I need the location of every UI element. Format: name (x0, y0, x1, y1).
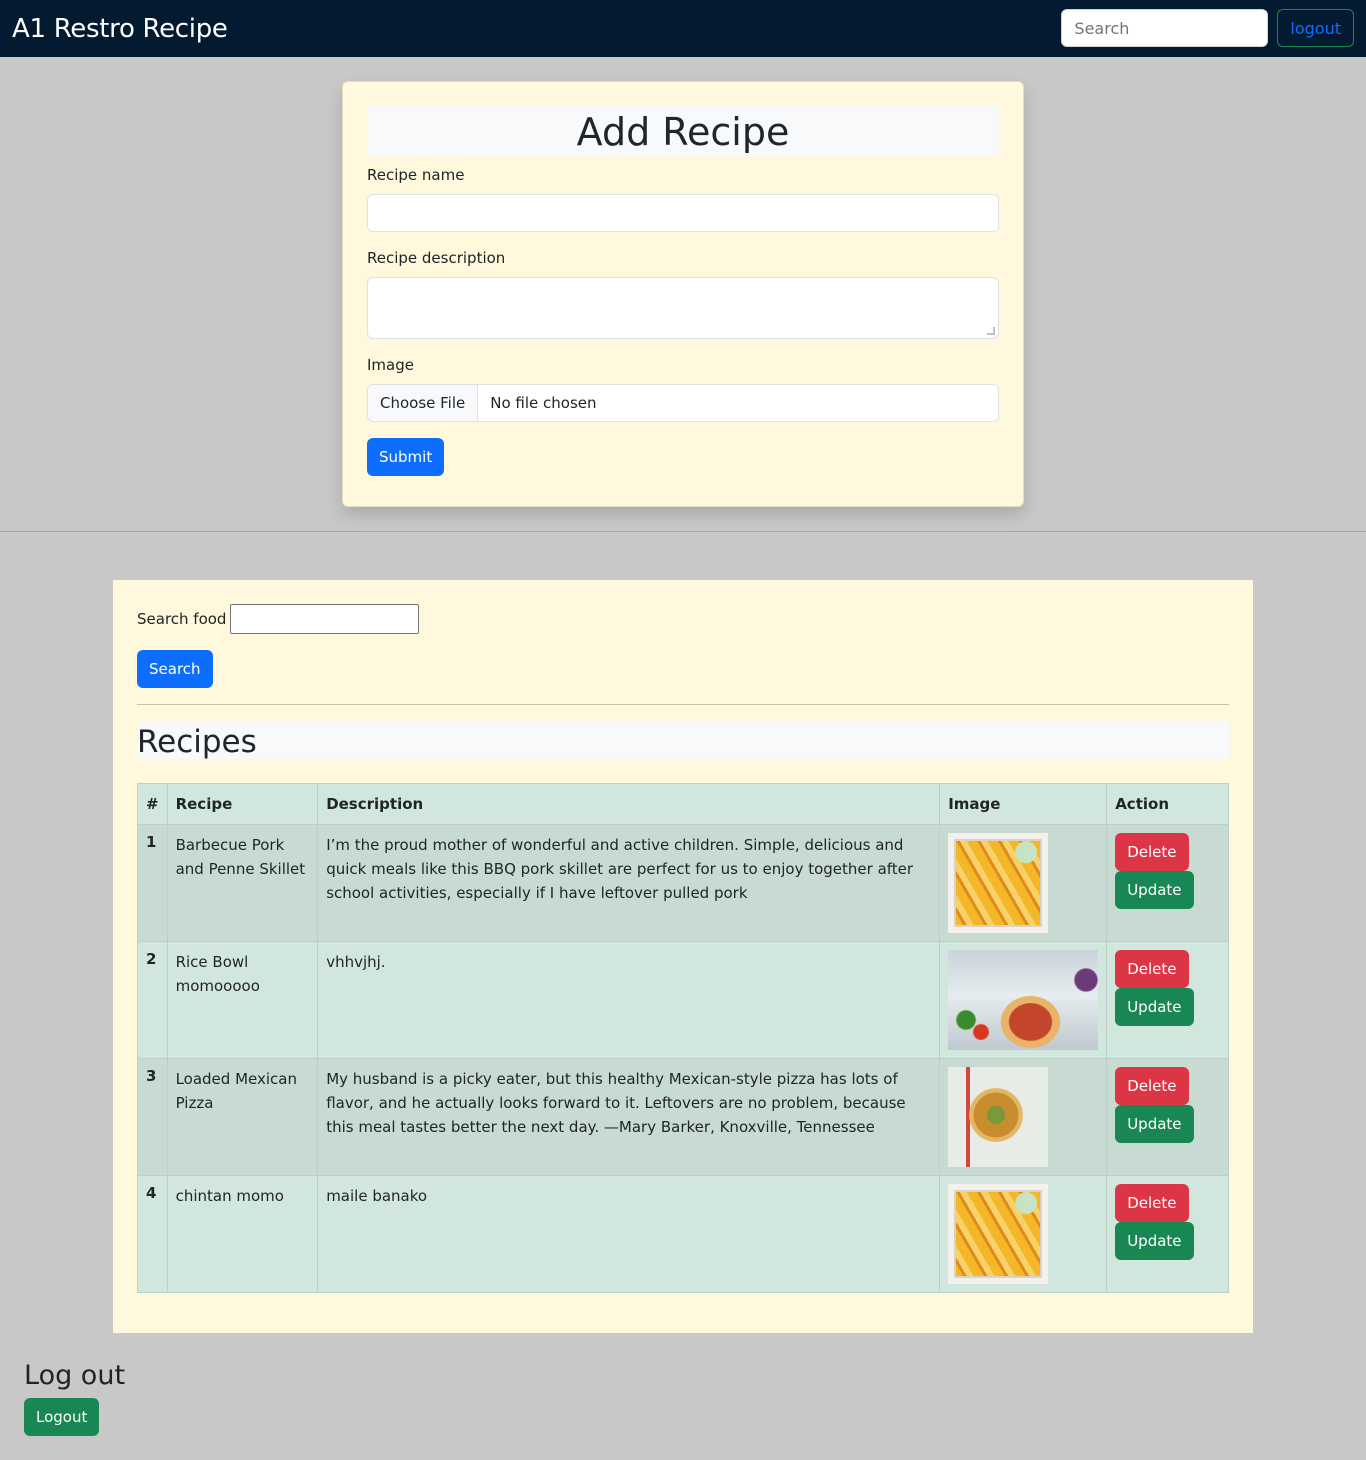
logout-section: Log out Logout (24, 1356, 125, 1436)
update-button[interactable]: Update (1115, 1105, 1194, 1143)
recipes-table: # Recipe Description Image Action 1 Barb… (137, 783, 1229, 1293)
recipe-name-cell: Rice Bowl momooooo (166, 941, 319, 1059)
recipes-title: Recipes (137, 721, 1229, 760)
recipe-image-cell (939, 941, 1108, 1059)
recipe-image-cell (939, 1058, 1108, 1176)
recipe-name-cell: chintan momo (166, 1175, 319, 1293)
delete-button[interactable]: Delete (1115, 833, 1189, 871)
file-status-text: No file chosen (490, 394, 597, 412)
navbar-logout-button[interactable]: logout (1277, 9, 1354, 47)
column-header-action: Action (1106, 783, 1229, 825)
search-food-button[interactable]: Search (137, 650, 213, 688)
image-label: Image (367, 356, 414, 374)
column-header-description: Description (317, 783, 941, 825)
row-number: 1 (137, 824, 168, 942)
table-header-row: # Recipe Description Image Action (137, 783, 1229, 825)
search-food-row: Search food (137, 604, 1229, 634)
logout-title: Log out (24, 1360, 126, 1391)
recipe-description-label: Recipe description (367, 249, 506, 267)
table-row: 1 Barbecue Pork and Penne Skillet I’m th… (137, 824, 1229, 942)
column-header-number: # (137, 783, 168, 825)
recipe-name-cell: Barbecue Pork and Penne Skillet (166, 824, 319, 942)
delete-button[interactable]: Delete (1115, 950, 1189, 988)
recipe-description-cell: My husband is a picky eater, but this he… (317, 1058, 941, 1176)
column-header-recipe: Recipe (166, 783, 319, 825)
recipe-description-cell: I’m the proud mother of wonderful and ac… (317, 824, 941, 942)
recipe-description-textarea[interactable] (367, 277, 999, 339)
delete-button[interactable]: Delete (1115, 1184, 1189, 1222)
recipe-image-cell (939, 824, 1108, 942)
submit-button[interactable]: Submit (367, 438, 445, 476)
recipe-image (948, 950, 1099, 1050)
navbar-actions: logout (1061, 9, 1354, 47)
add-recipe-title: Add Recipe (367, 106, 999, 155)
top-navbar: A1 Restro Recipe logout (0, 0, 1366, 57)
row-number: 3 (137, 1058, 168, 1176)
recipe-image (948, 1184, 1049, 1284)
recipe-name-cell: Loaded Mexican Pizza (166, 1058, 319, 1176)
recipe-action-cell: Delete Update (1106, 824, 1229, 942)
update-button[interactable]: Update (1115, 988, 1194, 1026)
list-divider (137, 704, 1229, 705)
navbar-search-input[interactable] (1061, 9, 1269, 47)
recipe-name-label: Recipe name (367, 166, 465, 184)
section-divider (0, 531, 1366, 532)
recipe-action-cell: Delete Update (1106, 1058, 1229, 1176)
row-number: 2 (137, 941, 168, 1059)
row-number: 4 (137, 1175, 168, 1293)
recipe-image (948, 833, 1049, 933)
recipe-image (948, 1067, 1049, 1167)
table-row: 3 Loaded Mexican Pizza My husband is a p… (137, 1058, 1229, 1176)
recipe-action-cell: Delete Update (1106, 941, 1229, 1059)
recipe-description-cell: maile banako (317, 1175, 941, 1293)
resize-grip-icon[interactable] (987, 327, 995, 335)
search-food-input[interactable] (230, 604, 420, 634)
choose-file-button[interactable]: Choose File (368, 385, 479, 421)
recipe-list-card: Search food Search Recipes # Recipe Desc… (113, 580, 1253, 1333)
delete-button[interactable]: Delete (1115, 1067, 1189, 1105)
table-row: 2 Rice Bowl momooooo vhhvjhj. Delete Upd… (137, 941, 1229, 1059)
update-button[interactable]: Update (1115, 1222, 1194, 1260)
recipe-description-cell: vhhvjhj. (317, 941, 941, 1059)
recipe-action-cell: Delete Update (1106, 1175, 1229, 1293)
brand-title[interactable]: A1 Restro Recipe (12, 14, 228, 44)
update-button[interactable]: Update (1115, 871, 1194, 909)
recipe-image-cell (939, 1175, 1108, 1293)
column-header-image: Image (939, 783, 1108, 825)
image-file-input[interactable]: Choose File No file chosen (367, 384, 999, 422)
recipe-name-input[interactable] (367, 194, 999, 232)
add-recipe-card: Add Recipe Recipe name Recipe descriptio… (342, 81, 1024, 507)
search-food-label: Search food (137, 610, 227, 628)
table-row: 4 chintan momo maile banako Delete Updat… (137, 1175, 1229, 1293)
logout-button[interactable]: Logout (24, 1398, 100, 1436)
